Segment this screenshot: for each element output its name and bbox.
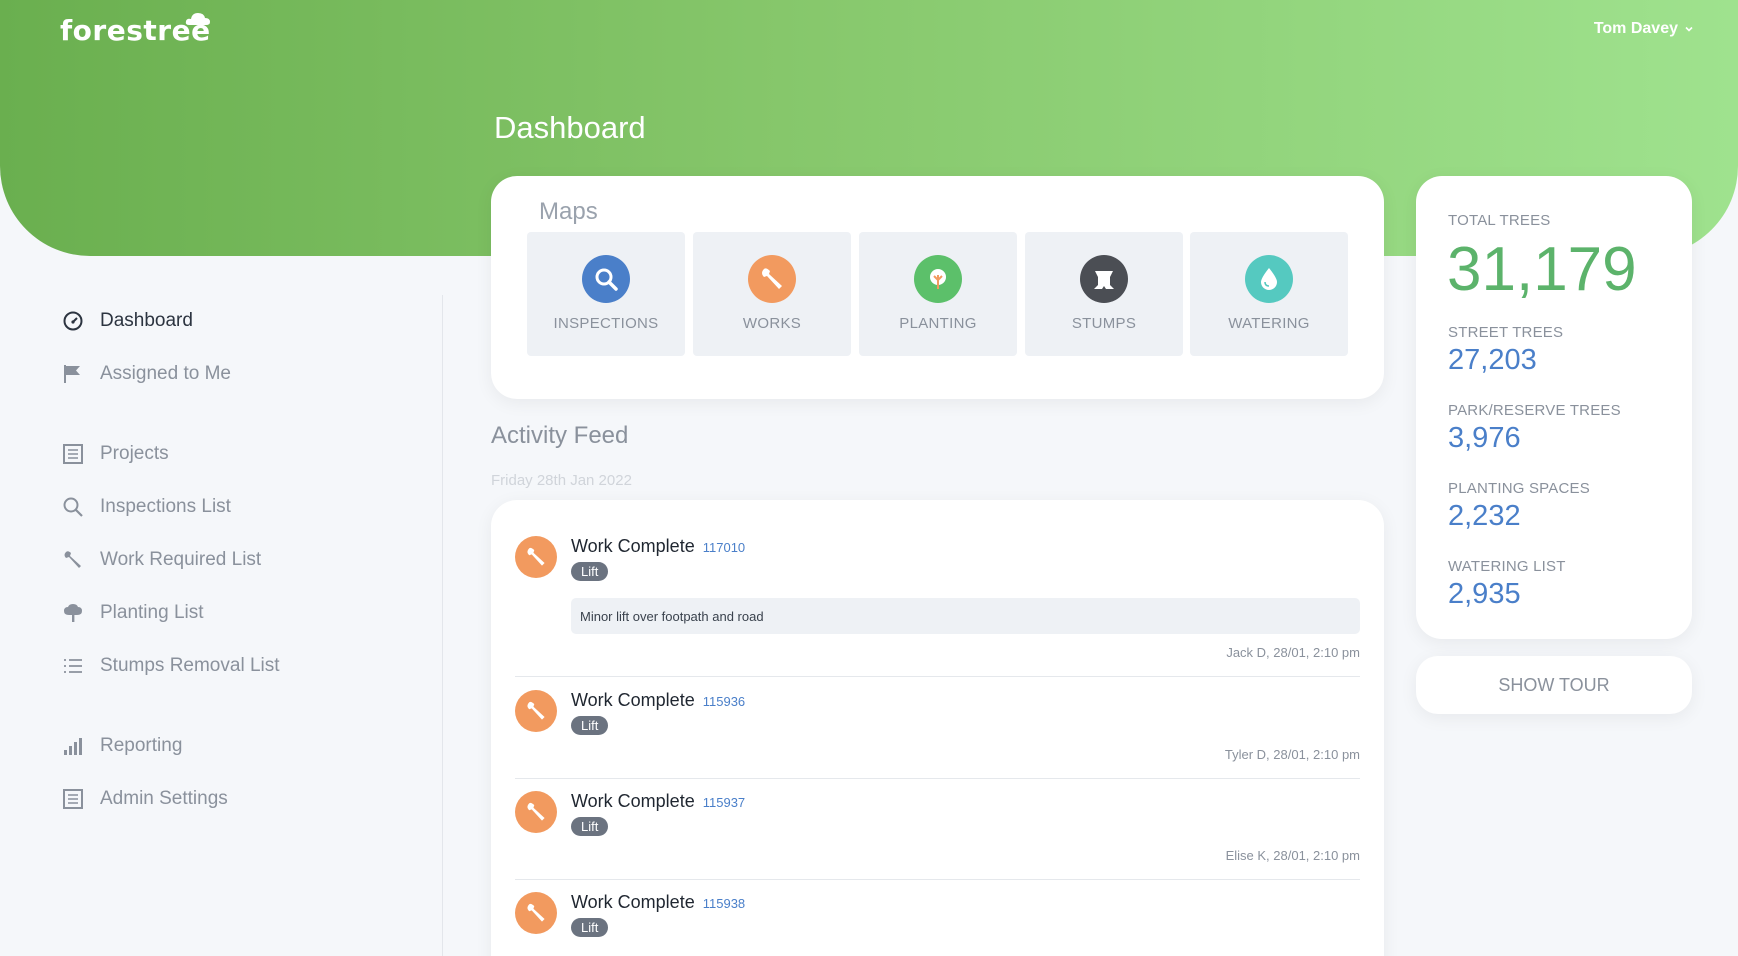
activity-feed-date: Friday 28th Jan 2022 [491,472,632,489]
feed-divider [515,676,1360,677]
feed-item-id-link[interactable]: 115936 [703,694,745,709]
map-tile-planting[interactable]: PLANTING [859,232,1017,356]
feed-divider [515,778,1360,779]
maps-card: Maps INSPECTIONS WORKS PLANTING STUMPS W… [491,176,1384,399]
map-tile-stumps[interactable]: STUMPS [1025,232,1183,356]
wrench-icon [62,549,84,571]
feed-item-title-text: Work Complete [571,536,695,556]
dashboard-gauge-icon [62,310,84,332]
feed-item-meta: Elise K, 28/01, 2:10 pm [1225,848,1360,863]
feed-item-badge: Lift [571,817,609,836]
feed-item-title: Work Complete 115937 [571,791,745,812]
tree-stats-card: TOTAL TREES 31,179 STREET TREES 27,203 P… [1416,176,1692,639]
sidebar-item-label: Reporting [100,735,183,756]
sidebar-item-label: Admin Settings [100,788,228,809]
list-box-icon [62,788,84,810]
feed-item-id-link[interactable]: 117010 [703,540,745,555]
show-tour-button[interactable]: SHOW TOUR [1416,656,1692,714]
feed-item-badge: Lift [571,562,609,581]
water-drop-icon [1245,255,1293,303]
sidebar-item-projects[interactable]: Projects [62,443,169,465]
stat-value-watering-list: 2,935 [1448,578,1521,610]
user-menu[interactable]: Tom Davey [1594,20,1694,38]
tree-icon [914,255,962,303]
map-tile-label: PLANTING [899,315,977,332]
feed-item-title-text: Work Complete [571,892,695,912]
sidebar-item-label: Inspections List [100,496,231,517]
bar-chart-icon [62,735,84,757]
flag-icon [62,363,84,385]
sidebar-item-label: Work Required List [100,549,262,570]
stat-value-total-trees: 31,179 [1447,235,1637,304]
stat-label-watering-list: WATERING LIST [1448,558,1566,575]
list-box-icon [62,443,84,465]
sidebar-item-assigned[interactable]: Assigned to Me [62,363,231,385]
wrench-icon [515,536,557,578]
stump-icon [1080,255,1128,303]
map-tile-works[interactable]: WORKS [693,232,851,356]
feed-item-title: Work Complete 117010 [571,536,745,557]
user-name: Tom Davey [1593,20,1678,37]
sidebar-item-work-required[interactable]: Work Required List [62,549,261,571]
chevron-down-icon [1685,26,1693,32]
feed-item-title-text: Work Complete [571,690,695,710]
activity-feed-card: Work Complete 117010 Lift Minor lift ove… [491,500,1384,956]
feed-item-meta: Jack D, 28/01, 2:10 pm [1226,645,1360,660]
app-logo[interactable]: forestree [60,13,211,47]
wrench-icon [748,255,796,303]
sidebar-item-label: Planting List [100,602,204,623]
sidebar-item-inspections[interactable]: Inspections List [62,496,231,518]
map-tile-label: STUMPS [1071,315,1137,332]
stat-label-street-trees: STREET TREES [1448,324,1564,341]
feed-item-badge: Lift [571,716,609,735]
feed-item-title: Work Complete 115938 [571,892,745,913]
map-tile-label: INSPECTIONS [553,315,659,332]
map-tile-label: WORKS [742,315,802,332]
sidebar-item-label: Projects [100,443,169,464]
feed-divider [515,879,1360,880]
list-icon [62,655,84,677]
page-title: Dashboard [494,110,646,145]
stat-label-total-trees: TOTAL TREES [1448,212,1551,229]
search-icon [62,496,84,518]
map-tile-label: WATERING [1228,315,1310,332]
search-icon [582,255,630,303]
cloud-icon [185,13,210,25]
stat-value-park-reserve-trees: 3,976 [1448,422,1521,454]
stat-label-planting-spaces: PLANTING SPACES [1448,480,1590,497]
sidebar-item-stumps-removal[interactable]: Stumps Removal List [62,655,280,677]
sidebar-item-reporting[interactable]: Reporting [62,735,182,757]
wrench-icon [515,690,557,732]
sidebar-item-label: Assigned to Me [100,363,231,384]
sidebar-item-label: Dashboard [100,310,193,331]
stat-label-park-reserve-trees: PARK/RESERVE TREES [1448,402,1621,419]
sidebar-item-admin-settings[interactable]: Admin Settings [62,788,228,810]
feed-item-title-text: Work Complete [571,791,695,811]
sidebar-item-planting[interactable]: Planting List [62,602,204,624]
stat-value-planting-spaces: 2,232 [1448,500,1521,532]
sidebar-item-dashboard[interactable]: Dashboard [62,310,193,332]
feed-item-badge: Lift [571,918,609,937]
feed-item-meta: Tyler D, 28/01, 2:10 pm [1224,747,1360,762]
sidebar-item-label: Stumps Removal List [100,655,280,676]
activity-feed-title: Activity Feed [491,422,629,449]
stat-value-street-trees: 27,203 [1448,344,1537,376]
feed-item-note: Minor lift over footpath and road [571,598,1360,634]
tree-icon [62,602,84,624]
feed-item-title: Work Complete 115936 [571,690,745,711]
sidebar [0,295,443,956]
map-tile-inspections[interactable]: INSPECTIONS [527,232,685,356]
map-tile-watering[interactable]: WATERING [1190,232,1348,356]
wrench-icon [515,791,557,833]
wrench-icon [515,892,557,934]
feed-item-id-link[interactable]: 115937 [703,795,745,810]
maps-title: Maps [539,198,598,225]
feed-item-id-link[interactable]: 115938 [703,896,745,911]
